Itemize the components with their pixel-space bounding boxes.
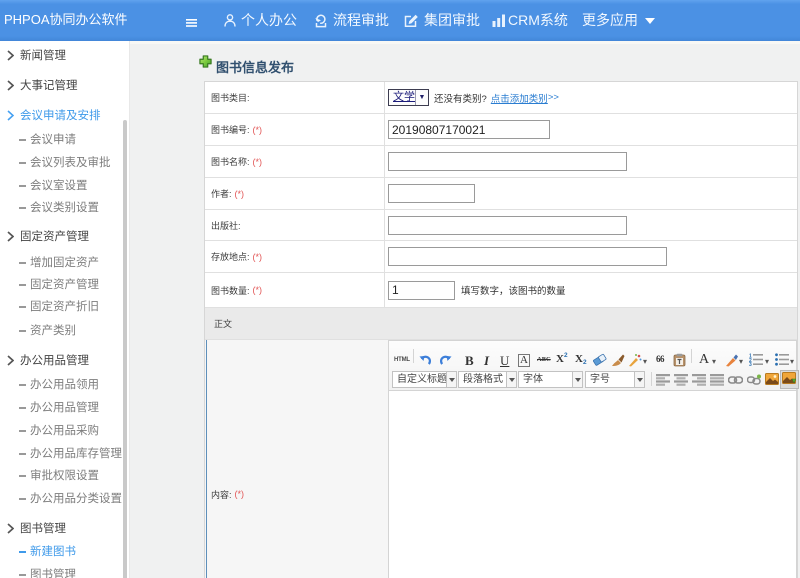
svg-text:3: 3 <box>749 362 752 366</box>
